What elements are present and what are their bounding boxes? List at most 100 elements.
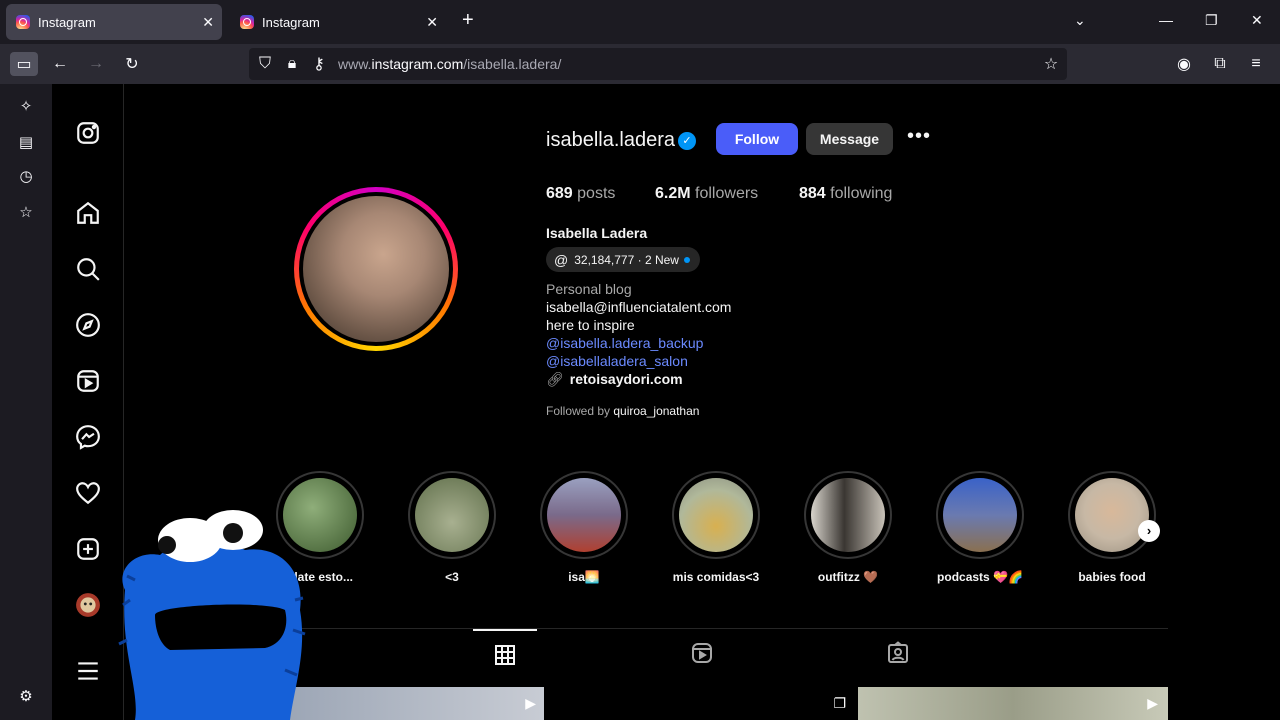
- post-thumbnail[interactable]: ▶: [858, 687, 1168, 720]
- more-options-icon[interactable]: •••: [904, 126, 934, 150]
- bookmark-star-icon[interactable]: ☆: [1037, 52, 1065, 76]
- followers-label: followers: [695, 185, 759, 202]
- extensions-icon[interactable]: ⧉: [1206, 52, 1234, 76]
- lock-icon[interactable]: 🔒︎: [278, 52, 306, 76]
- posts-count: 689: [546, 185, 573, 202]
- close-window-button[interactable]: ✕: [1251, 12, 1263, 29]
- instagram-favicon-icon: [240, 15, 254, 29]
- highlight-cover: [679, 478, 753, 552]
- post-thumbnail[interactable]: ▶: [274, 687, 544, 720]
- highlight-cover: [943, 478, 1017, 552]
- highlight-cover: [415, 478, 489, 552]
- browser-tab-strip: Instagram ✕ Instagram ✕ + ⌄ — ❐ ✕: [0, 0, 1280, 44]
- grid-icon: [495, 645, 515, 665]
- followed-by[interactable]: Followed by quiroa_jonathan: [546, 404, 699, 418]
- story-highlight[interactable]: <3: [406, 471, 498, 596]
- verified-badge-icon: ✓: [678, 132, 696, 150]
- highlight-label: mis comidas<3: [672, 570, 760, 584]
- highlight-ring: [936, 471, 1024, 559]
- url-domain: instagram.com: [371, 56, 464, 72]
- instagram-logo-icon[interactable]: [75, 120, 101, 146]
- followers-count: 6.2M: [655, 185, 691, 202]
- forward-arrow-icon[interactable]: →: [82, 52, 110, 76]
- tagged-user-icon: [888, 641, 908, 663]
- threads-badge[interactable]: @ 32,184,777 · 2 New: [546, 247, 700, 272]
- menu-icon[interactable]: ≡: [1242, 52, 1270, 76]
- reels-tab[interactable]: [670, 641, 734, 689]
- close-tab-icon[interactable]: ✕: [202, 14, 214, 31]
- settings-gear-icon[interactable]: ⚙: [14, 685, 38, 709]
- url-text[interactable]: www.instagram.com/isabella.ladera/: [338, 56, 561, 72]
- browser-tab[interactable]: Instagram ✕: [6, 4, 222, 40]
- followers-stat[interactable]: 6.2M followers: [655, 185, 758, 203]
- reload-icon[interactable]: ↻: [118, 52, 146, 76]
- minimize-button[interactable]: —: [1159, 12, 1173, 28]
- cookie-monster-overlay: [118, 510, 306, 720]
- reels-icon[interactable]: [75, 368, 101, 394]
- address-bar[interactable]: ⛉ 🔒︎ ⚷ www.instagram.com/isabella.ladera…: [249, 48, 1067, 80]
- instagram-nav: [52, 84, 124, 720]
- browser-tab[interactable]: Instagram ✕: [230, 4, 446, 40]
- story-highlight[interactable]: mis comidas<3: [670, 471, 762, 596]
- carousel-indicator-icon: ❐: [833, 695, 846, 711]
- create-plus-icon[interactable]: [75, 536, 101, 562]
- story-highlight[interactable]: outfitzz 🤎: [802, 471, 894, 596]
- follow-button[interactable]: Follow: [716, 123, 798, 155]
- highlight-ring: [408, 471, 496, 559]
- maximize-button[interactable]: ❐: [1205, 12, 1218, 29]
- messenger-icon[interactable]: [75, 424, 101, 450]
- highlight-ring: [804, 471, 892, 559]
- posts-label: posts: [577, 185, 616, 202]
- link-chain-icon: 🔗︎: [546, 371, 564, 387]
- highlight-label: outfitzz 🤎: [817, 570, 879, 584]
- browser-tab-title: Instagram: [262, 14, 320, 30]
- bio-mention-link[interactable]: @isabellaladera_salon: [546, 353, 688, 369]
- browser-toolbar: ▭ ← → ↻ ⛉ 🔒︎ ⚷ www.instagram.com/isabell…: [0, 44, 1280, 84]
- highlight-label: isa🌅: [568, 570, 600, 584]
- new-tab-button[interactable]: +: [462, 9, 474, 32]
- new-indicator-dot: [683, 256, 690, 263]
- story-highlight[interactable]: isa🌅: [538, 471, 630, 596]
- bio-category: Personal blog: [546, 281, 632, 297]
- shield-icon[interactable]: ⛉: [251, 52, 279, 76]
- posts-grid-tab[interactable]: [473, 629, 537, 677]
- threads-icon: @: [554, 251, 569, 268]
- followed-by-user: quiroa_jonathan: [613, 404, 700, 418]
- story-highlight[interactable]: podcasts 💝🌈: [934, 471, 1026, 596]
- highlights-next-chevron-icon[interactable]: ›: [1138, 520, 1160, 542]
- search-icon[interactable]: [75, 256, 101, 282]
- highlight-label: <3: [445, 570, 459, 584]
- highlight-label: babies food: [1078, 570, 1146, 584]
- home-icon[interactable]: [75, 200, 101, 226]
- followed-by-prefix: Followed by: [546, 404, 614, 418]
- sidebar-toggle-icon[interactable]: ▭: [10, 52, 38, 76]
- notifications-heart-icon[interactable]: [75, 480, 101, 506]
- external-link[interactable]: 🔗︎ retoisaydori.com: [546, 371, 683, 388]
- profile-tabs: [268, 628, 1168, 688]
- history-icon[interactable]: ◷: [14, 165, 38, 189]
- highlight-label: podcasts 💝🌈: [937, 570, 1023, 584]
- back-arrow-icon[interactable]: ←: [46, 52, 74, 76]
- reel-indicator-icon: ▶: [1147, 695, 1158, 711]
- tab-list-chevron-icon[interactable]: ⌄: [1074, 12, 1086, 29]
- close-tab-icon[interactable]: ✕: [426, 14, 438, 31]
- reel-indicator-icon: ▶: [525, 695, 536, 711]
- browser-tab-title: Instagram: [38, 14, 96, 30]
- reels-icon: [692, 643, 712, 663]
- sparkle-icon[interactable]: ✧: [14, 95, 38, 119]
- bookmarks-star-icon[interactable]: ☆: [14, 201, 38, 225]
- tagged-tab[interactable]: [866, 641, 930, 689]
- bio-mention-link[interactable]: @isabella.ladera_backup: [546, 335, 703, 351]
- post-thumbnail[interactable]: ❐: [546, 687, 856, 720]
- account-icon[interactable]: ◉: [1170, 52, 1198, 76]
- key-icon[interactable]: ⚷: [305, 52, 333, 76]
- message-button[interactable]: Message: [806, 123, 893, 155]
- explore-compass-icon[interactable]: [75, 312, 101, 338]
- more-menu-icon[interactable]: [75, 658, 101, 684]
- following-stat[interactable]: 884 following: [799, 185, 892, 203]
- profile-full-name: Isabella Ladera: [546, 225, 648, 241]
- profile-story-ring[interactable]: [294, 187, 458, 351]
- profile-avatar-icon[interactable]: [75, 592, 101, 618]
- synced-tabs-icon[interactable]: ▤: [14, 131, 38, 155]
- highlight-ring: [672, 471, 760, 559]
